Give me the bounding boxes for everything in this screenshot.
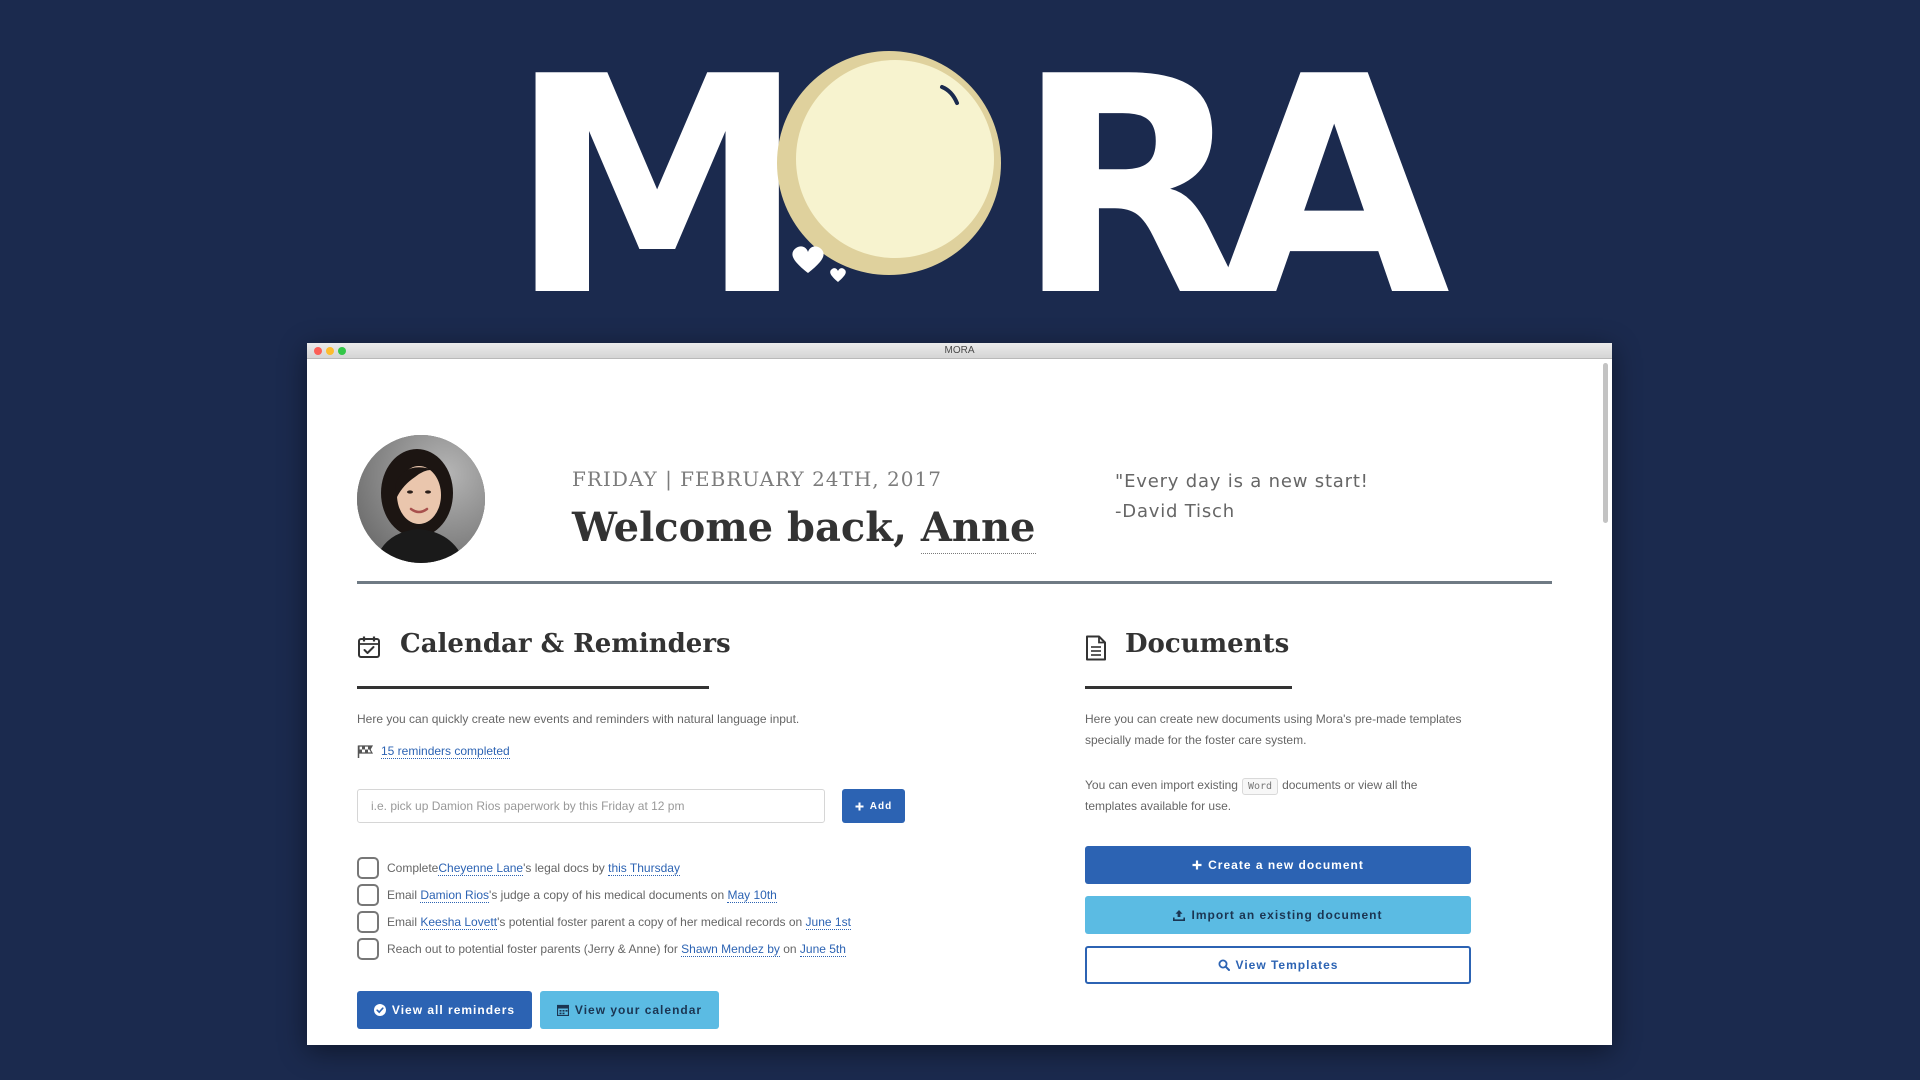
reminder-text: on <box>779 942 800 956</box>
word-format-tag: Word <box>1241 778 1279 795</box>
reminder-item: Email Damion Rios 's judge a copy of his… <box>357 884 777 906</box>
import-document-button[interactable]: Import an existing document <box>1085 896 1471 934</box>
moon-logo-icon <box>777 51 1001 282</box>
import-text-before: You can even import existing <box>1085 778 1238 792</box>
mora-logo: M R A <box>0 0 1920 338</box>
reminders-completed: 15 reminders completed <box>357 744 510 762</box>
documents-section-title: Documents <box>1125 629 1290 659</box>
header-divider <box>357 581 1552 584</box>
logo-letter-r: R <box>1015 13 1247 362</box>
calendar-description: Here you can quickly create new events a… <box>357 712 800 726</box>
reminder-input[interactable] <box>357 789 825 823</box>
user-name[interactable]: Anne <box>920 504 1036 554</box>
reminder-text: Email <box>387 888 421 902</box>
scrollbar-thumb[interactable] <box>1603 363 1608 523</box>
daily-quote: "Every day is a new start! -David Tisch <box>1115 467 1369 527</box>
quote-text: "Every day is a new start! <box>1115 471 1369 492</box>
import-info-line1: You can even import existing Word document… <box>1085 775 1505 796</box>
add-reminder-button[interactable]: Add <box>842 789 905 823</box>
view-all-reminders-button[interactable]: View all reminders <box>357 991 532 1029</box>
calendar-icon <box>556 1004 569 1016</box>
reminder-checkbox[interactable] <box>357 911 379 933</box>
reminders-completed-link[interactable]: 15 reminders completed <box>381 744 510 759</box>
view-templates-label: View Templates <box>1235 958 1339 972</box>
view-calendar-button[interactable]: View your calendar <box>540 991 719 1029</box>
reminder-checkbox[interactable] <box>357 857 379 879</box>
plus-icon <box>1192 860 1202 870</box>
document-icon <box>1086 635 1106 661</box>
app-window: MORA FRIDAY | FEBRUARY 24TH, 2017 Welcom… <box>307 343 1612 1045</box>
flag-icon <box>357 745 374 759</box>
import-info-line2: templates available for use. <box>1085 799 1232 813</box>
reminder-text: Complete <box>387 861 439 875</box>
calendar-section-title: Calendar & Reminders <box>400 629 731 659</box>
documents-description: Here you can create new documents using … <box>1085 709 1505 751</box>
current-date: FRIDAY | FEBRUARY 24TH, 2017 <box>572 467 942 491</box>
documents-import-info: You can even import existing Word document… <box>1085 775 1505 817</box>
reminder-checkbox[interactable] <box>357 938 379 960</box>
reminder-text: 's legal docs by <box>523 861 609 875</box>
view-calendar-label: View your calendar <box>574 1003 703 1017</box>
plus-icon <box>855 802 864 810</box>
reminder-person-link[interactable]: Shawn Mendez by <box>681 942 780 957</box>
reminder-date-link[interactable]: May 10th <box>727 888 777 903</box>
view-templates-button[interactable]: View Templates <box>1085 946 1471 984</box>
documents-description-line2: specially made for the foster care syste… <box>1085 733 1307 747</box>
import-document-label: Import an existing document <box>1191 908 1383 922</box>
reminder-text: Email <box>387 915 421 929</box>
reminder-text: 's judge a copy of his medical documents… <box>489 888 728 902</box>
dashboard-content: FRIDAY | FEBRUARY 24TH, 2017 Welcome bac… <box>307 359 1602 1045</box>
reminder-item: Complete Cheyenne Lane 's legal docs by … <box>357 857 680 879</box>
reminder-item: Reach out to potential foster parents (J… <box>357 938 846 960</box>
search-icon <box>1218 959 1230 971</box>
logo-letter-a: A <box>1218 13 1451 362</box>
check-circle-icon <box>373 1004 386 1016</box>
scrollbar[interactable] <box>1602 361 1609 871</box>
quote-author: -David Tisch <box>1115 501 1235 522</box>
welcome-heading: Welcome back, Anne <box>572 504 1036 554</box>
reminder-date-link[interactable]: June 5th <box>799 942 846 957</box>
upload-icon <box>1173 910 1186 921</box>
create-document-label: Create a new document <box>1208 858 1364 872</box>
calendar-check-icon <box>358 636 380 658</box>
import-text-after: documents or view all the <box>1282 778 1418 792</box>
user-avatar <box>357 435 485 563</box>
reminder-text: 's potential foster parent a copy of her… <box>497 915 806 929</box>
create-new-document-button[interactable]: Create a new document <box>1085 846 1471 884</box>
reminder-item: Email Keesha Lovett 's potential foster … <box>357 911 851 933</box>
calendar-title-underline <box>357 686 709 689</box>
view-reminders-label: View all reminders <box>391 1003 516 1017</box>
reminder-date-link[interactable]: this Thursday <box>608 861 680 876</box>
add-button-label: Add <box>869 800 893 812</box>
reminder-person-link[interactable]: Cheyenne Lane <box>438 861 524 876</box>
documents-description-line1: Here you can create new documents using … <box>1085 712 1462 726</box>
window-titlebar: MORA <box>307 343 1612 359</box>
welcome-text: Welcome back, <box>572 504 921 551</box>
window-title: MORA <box>944 345 975 356</box>
documents-title-underline <box>1085 686 1292 689</box>
reminder-text: Reach out to potential foster parents (J… <box>387 942 682 956</box>
reminder-person-link[interactable]: Keesha Lovett <box>420 915 498 930</box>
logo-letter-m: M <box>508 13 807 362</box>
reminder-checkbox[interactable] <box>357 884 379 906</box>
reminder-date-link[interactable]: June 1st <box>805 915 851 930</box>
reminder-person-link[interactable]: Damion Rios <box>420 888 490 903</box>
